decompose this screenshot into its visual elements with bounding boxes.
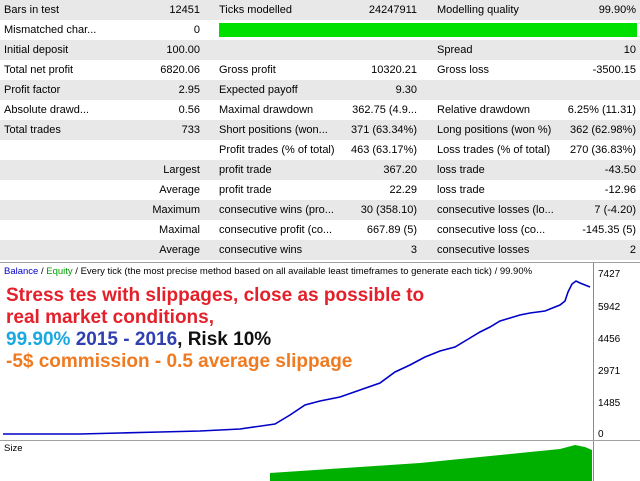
overlay-line-2: real market conditions,	[6, 307, 215, 328]
report-row: Profit factor 2.95 Expected payoff 9.30	[0, 80, 640, 100]
report-value: -12.96	[604, 184, 636, 196]
report-value: 667.89 (5)	[366, 224, 417, 236]
report-value: Maximum	[152, 204, 200, 216]
overlay-years: 2015 - 2016	[70, 329, 178, 350]
report-value: -3500.15	[592, 64, 636, 76]
report-value: 270 (36.83%)	[569, 144, 636, 156]
report-row: Initial deposit 100.00 Spread 10	[0, 40, 640, 60]
report-value: 10	[623, 44, 636, 56]
report-value: 0	[193, 24, 200, 36]
report-value: 371 (63.34%)	[350, 124, 417, 136]
report-value: -43.50	[604, 164, 636, 176]
report-label: Profit trades (% of total)	[219, 144, 335, 156]
y-tick: 0	[598, 429, 604, 440]
report-row: Mismatched char... 0	[0, 20, 640, 40]
size-area-plot	[270, 445, 592, 481]
report-value: Largest	[163, 164, 200, 176]
report-value: 733	[181, 124, 200, 136]
report-label: consecutive wins (pro...	[219, 204, 334, 216]
report-value: 367.20	[383, 164, 417, 176]
report-row: Bars in test 12451 Ticks modelled 24247911 M…	[0, 0, 640, 20]
report-label: Short positions (won...	[219, 124, 328, 136]
report-value: Maximal	[159, 224, 200, 236]
report-value: 3	[410, 244, 417, 256]
report-value: 362 (62.98%)	[569, 124, 636, 136]
report-row: Absolute drawd... 0.56 Maximal drawdown 362…	[0, 100, 640, 120]
report-value: 0.56	[178, 104, 200, 116]
report-value: 24247911	[368, 4, 417, 16]
report-row: Average consecutive wins 3 consecutive loss…	[0, 240, 640, 260]
report-value: -145.35 (5)	[582, 224, 636, 236]
report-label: Maximal drawdown	[219, 104, 314, 116]
overlay-quality: 99.90%	[6, 329, 71, 350]
report-value: 12451	[169, 4, 200, 16]
report-label: consecutive loss (co...	[437, 224, 546, 236]
report-value: Average	[159, 184, 200, 196]
report-row: Total trades 733 Short positions (won... 37…	[0, 120, 640, 140]
report-value: Average	[159, 244, 200, 256]
overlay-line-1: Stress tes with slippages, close as poss…	[6, 285, 425, 306]
report-value: 9.30	[395, 84, 417, 96]
report-label: Loss trades (% of total)	[437, 144, 551, 156]
report-row: Largest profit trade 367.20 loss trade -43.5…	[0, 160, 640, 180]
y-tick: 4456	[598, 334, 621, 345]
promo-overlay-text: Stress tes with slippages, close as poss…	[6, 285, 424, 373]
overlay-risk: , Risk 10%	[177, 329, 272, 350]
report-row: Maximal consecutive profit (co... 667.89 (…	[0, 220, 640, 240]
balance-chart: Balance / Equity / Every tick (the most …	[0, 262, 640, 441]
report-value: 6820.06	[160, 64, 200, 76]
report-value: 22.29	[389, 184, 417, 196]
report-value: 2.95	[178, 84, 200, 96]
size-panel: Size	[0, 440, 640, 481]
report-value: 30 (358.10)	[360, 204, 417, 216]
size-y-axis	[593, 441, 640, 481]
y-tick: 2971	[598, 366, 621, 377]
overlay-line-3: 99.90% 2015 - 2016, Risk 10%	[6, 329, 424, 351]
report-label: consecutive losses (lo...	[437, 204, 554, 216]
report-value: 362.75 (4.9...	[352, 104, 417, 116]
report-value: 99.90%	[598, 4, 636, 16]
report-value: 100.00	[166, 44, 200, 56]
report-table: Bars in test 12451 Ticks modelled 24247911 M…	[0, 0, 640, 260]
report-row: Profit trades (% of total) 463 (63.17%) Lo…	[0, 140, 640, 160]
report-label: Relative drawdown	[437, 104, 530, 116]
size-area	[270, 445, 592, 481]
report-row: Total net profit 6820.06 Gross profit 10320…	[0, 60, 640, 80]
y-tick: 1485	[598, 398, 621, 409]
report-value: 463 (63.17%)	[350, 144, 417, 156]
report-label: consecutive profit (co...	[219, 224, 333, 236]
report-row: Maximum consecutive wins (pro... 30 (358.1…	[0, 200, 640, 220]
report-row: Average profit trade 22.29 loss trade -12.96	[0, 180, 640, 200]
report-value: 7 (-4.20)	[594, 204, 636, 216]
y-tick: 5942	[598, 302, 621, 313]
report-value: 10320.21	[371, 64, 417, 76]
modelling-quality-bar	[219, 23, 637, 37]
report-value: 6.25% (11.31)	[567, 104, 636, 116]
report-value: 2	[629, 244, 636, 256]
overlay-line-4: -5$ commission - 0.5 average slippage	[6, 351, 353, 372]
chart-y-axis: 7427 5942 4456 2971 1485 0	[593, 263, 640, 441]
y-tick: 7427	[598, 269, 621, 280]
report-label: Long positions (won %)	[437, 124, 552, 136]
